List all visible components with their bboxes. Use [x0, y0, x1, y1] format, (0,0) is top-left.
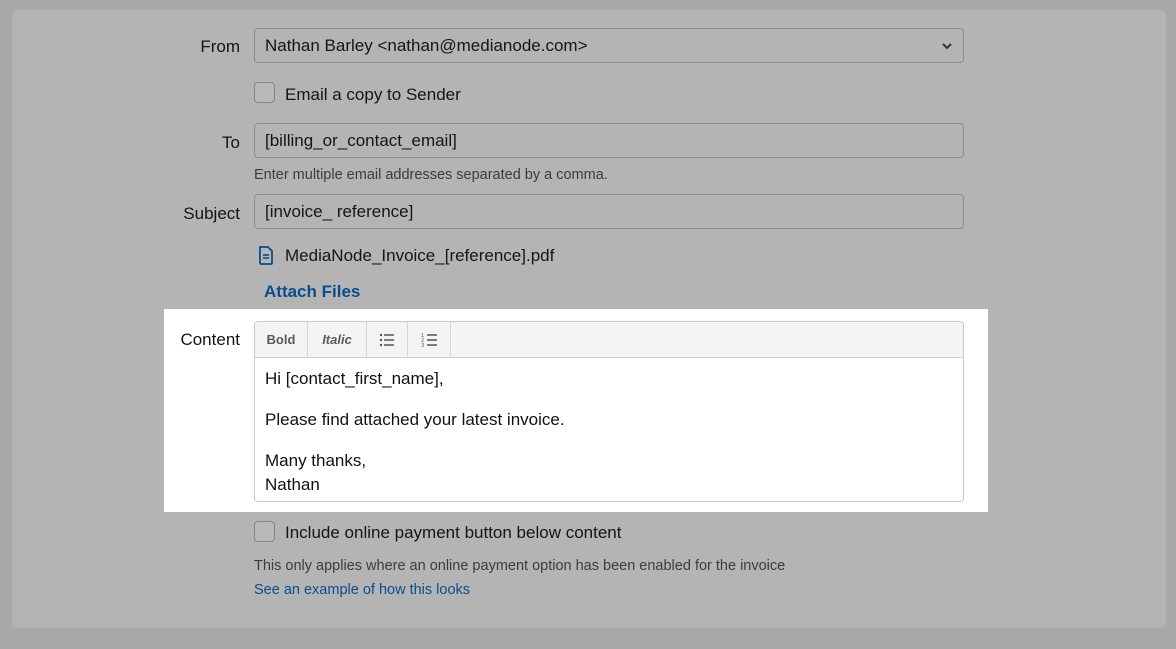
- to-label: To: [222, 133, 240, 152]
- to-help-text: Enter multiple email addresses separated…: [254, 167, 608, 183]
- bold-button[interactable]: Bold: [255, 322, 308, 357]
- to-input[interactable]: [billing_or_contact_email]: [254, 123, 964, 158]
- payment-help-text: This only applies where an online paymen…: [254, 558, 786, 574]
- from-label: From: [200, 37, 240, 56]
- copy-to-sender-label[interactable]: Email a copy to Sender: [285, 85, 461, 105]
- bullet-list-icon: [379, 333, 394, 346]
- italic-button[interactable]: Italic: [308, 322, 367, 357]
- chevron-down-icon: [942, 43, 952, 50]
- subject-label: Subject: [183, 204, 240, 223]
- attachment-filename[interactable]: MediaNode_Invoice_[reference].pdf: [285, 246, 554, 266]
- svg-text:3: 3: [421, 343, 424, 347]
- attach-files-link[interactable]: Attach Files: [264, 282, 360, 302]
- numbered-list-icon: 1 2 3: [421, 333, 437, 347]
- editor-line: Please find attached your latest invoice…: [265, 410, 565, 429]
- editor-greeting: Hi [contact_first_name],: [265, 369, 444, 388]
- editor-body[interactable]: Hi [contact_first_name], Please find att…: [255, 358, 963, 501]
- bullet-list-button[interactable]: [367, 322, 408, 357]
- editor-signature: Nathan: [265, 475, 320, 494]
- content-label: Content: [180, 330, 240, 349]
- content-editor[interactable]: Bold Italic 1 2 3 Hi [contact_first_name…: [254, 321, 964, 502]
- copy-to-sender-checkbox[interactable]: [254, 82, 275, 103]
- document-icon: [259, 246, 273, 265]
- payment-button-checkbox[interactable]: [254, 521, 275, 542]
- editor-signoff: Many thanks,: [265, 451, 367, 470]
- numbered-list-button[interactable]: 1 2 3: [408, 322, 451, 357]
- from-value: Nathan Barley <nathan@medianode.com>: [265, 36, 588, 55]
- see-example-link[interactable]: See an example of how this looks: [254, 582, 470, 598]
- editor-toolbar: Bold Italic 1 2 3: [255, 322, 963, 358]
- payment-button-label[interactable]: Include online payment button below cont…: [285, 523, 621, 543]
- from-select[interactable]: Nathan Barley <nathan@medianode.com>: [254, 28, 964, 63]
- subject-input[interactable]: [invoice_ reference]: [254, 194, 964, 229]
